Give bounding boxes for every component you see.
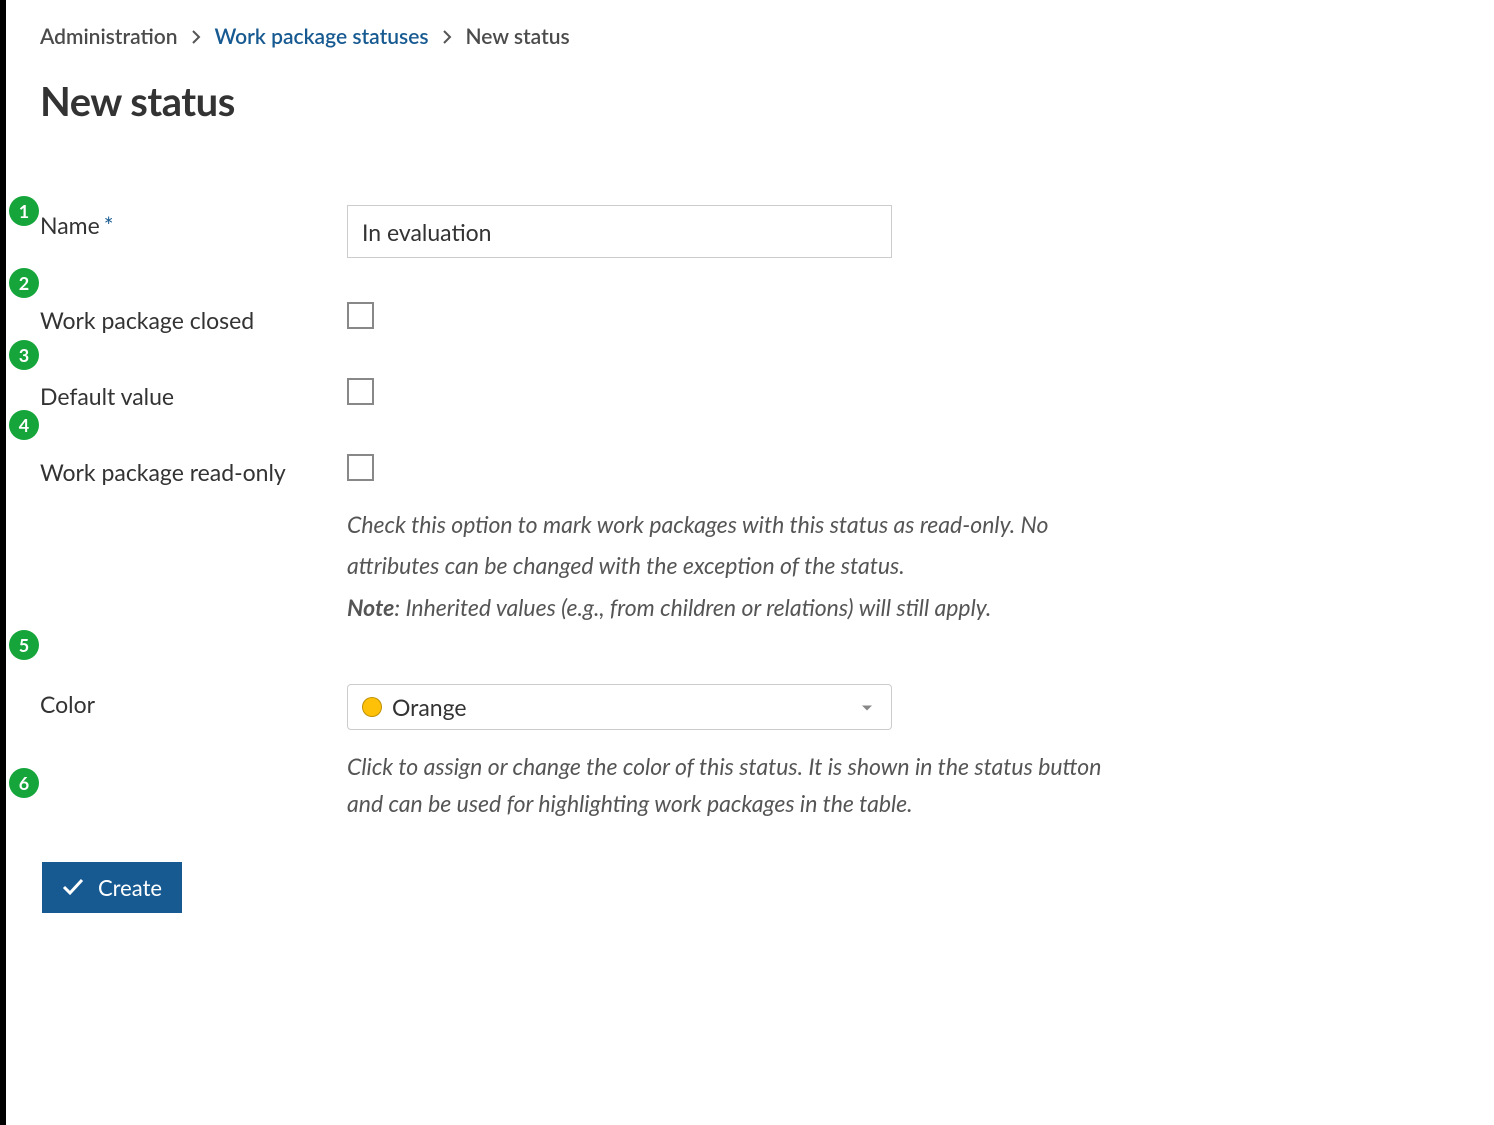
- color-label: Color: [40, 684, 347, 718]
- readonly-label: Work package read-only: [40, 452, 347, 486]
- color-select[interactable]: Orange: [347, 684, 892, 730]
- required-asterisk: *: [104, 211, 114, 239]
- annotation-badge-2: 2: [9, 268, 39, 298]
- chevron-right-icon: [192, 30, 201, 44]
- closed-label: Work package closed: [40, 300, 347, 334]
- annotation-badge-5: 5: [9, 630, 39, 660]
- chevron-down-icon: [861, 698, 873, 717]
- annotation-badge-6: 6: [9, 768, 39, 798]
- readonly-checkbox[interactable]: [347, 454, 374, 481]
- page-title: New status: [40, 77, 1464, 125]
- breadcrumb-link[interactable]: Work package statuses: [215, 24, 429, 49]
- annotation-badge-3: 3: [9, 340, 39, 370]
- create-button[interactable]: Create: [42, 862, 182, 913]
- check-icon: [62, 874, 84, 901]
- annotation-badge-1: 1: [9, 196, 39, 226]
- color-value: Orange: [392, 693, 467, 721]
- readonly-help-text: Check this option to mark work packages …: [347, 504, 1137, 628]
- create-button-label: Create: [98, 874, 162, 901]
- note-label: Note: [347, 593, 394, 621]
- color-swatch-icon: [362, 697, 382, 717]
- breadcrumb-current: New status: [466, 24, 570, 49]
- left-edge-bar: [0, 0, 6, 1125]
- annotation-badge-4: 4: [9, 410, 39, 440]
- name-input[interactable]: [347, 205, 892, 258]
- breadcrumb: Administration Work package statuses New…: [40, 24, 1464, 49]
- color-help-text: Click to assign or change the color of t…: [347, 748, 1137, 822]
- default-checkbox[interactable]: [347, 378, 374, 405]
- chevron-right-icon: [443, 30, 452, 44]
- name-label: Name*: [40, 205, 347, 239]
- closed-checkbox[interactable]: [347, 302, 374, 329]
- breadcrumb-root[interactable]: Administration: [40, 24, 178, 49]
- default-label: Default value: [40, 376, 347, 410]
